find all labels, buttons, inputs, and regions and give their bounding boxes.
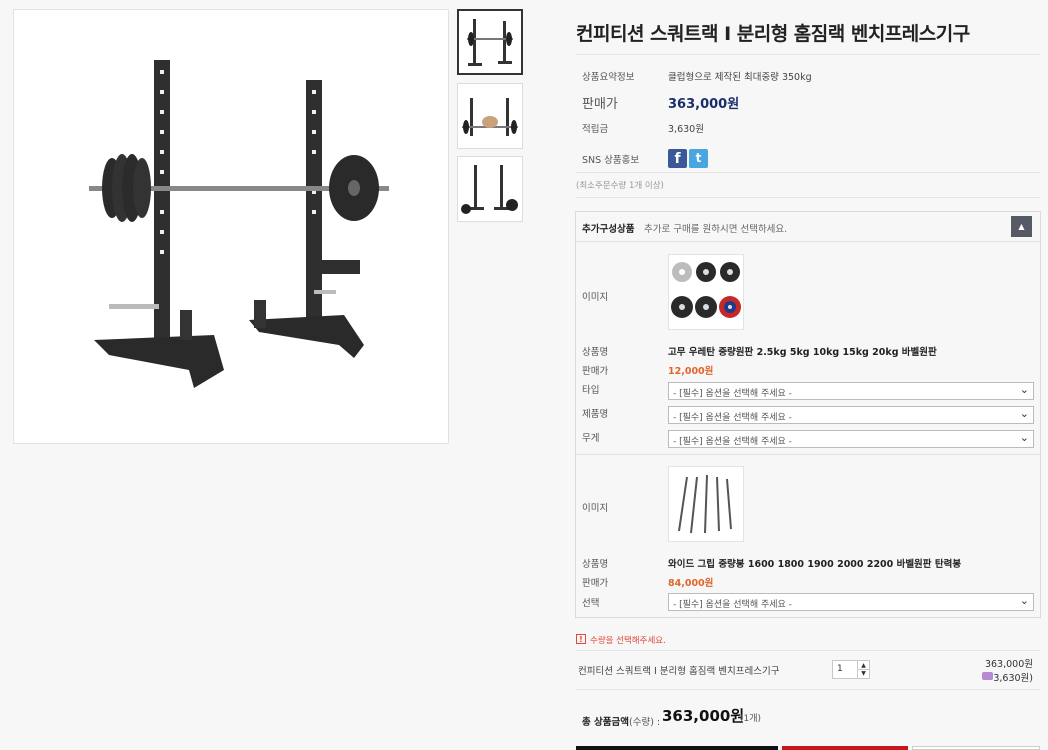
thumbnail-1[interactable] xyxy=(457,9,523,75)
addon-header-label: 추가구성상품 xyxy=(582,224,635,235)
quantity-up-icon[interactable]: ▲ xyxy=(857,661,869,670)
sns-label: SNS 상품홍보 xyxy=(582,155,640,166)
summary-value: 클럽형으로 제작된 최대중량 350kg xyxy=(668,72,812,83)
thumbnail-3[interactable] xyxy=(457,156,523,222)
addon2-price: 84,000원 xyxy=(668,578,714,589)
addon1-name: 고무 우레탄 중량원판 2.5kg 5kg 10kg 15kg 20kg 바벨원… xyxy=(668,347,937,358)
divider xyxy=(576,172,1040,173)
divider xyxy=(576,689,1040,690)
total-qty-label: (수량) : xyxy=(629,717,661,728)
addon2-option-select[interactable]: - [필수] 옵션을 선택해 주세요 - ⌄ xyxy=(668,593,1034,611)
total-amount-row: 총 상품금액(수량) : xyxy=(582,710,660,729)
cart-item-price: 363,000원 xyxy=(984,659,1033,670)
addon1-weight-select[interactable]: - [필수] 옵션을 선택해 주세요 - ⌄ xyxy=(668,430,1034,448)
twitter-icon[interactable]: t xyxy=(689,149,708,168)
rack-bench-thumbnail-icon xyxy=(462,98,518,136)
total-amount: 363,000원 xyxy=(662,707,745,725)
total-count: (1개) xyxy=(740,714,762,724)
rack-plates-thumbnail-icon xyxy=(461,165,518,214)
divider xyxy=(576,650,1040,651)
addon1-name-label: 상품명 xyxy=(582,347,609,358)
addon1-price-label: 판매가 xyxy=(582,366,609,377)
chevron-down-icon: ⌄ xyxy=(1019,383,1029,396)
wishlist-button[interactable] xyxy=(912,746,1040,750)
collapse-toggle-icon[interactable]: ▲ xyxy=(1011,216,1032,237)
addon-header-hint: 추가로 구매를 원하시면 선택하세요. xyxy=(644,224,788,235)
price-label: 판매가 xyxy=(582,97,618,112)
addon2-image-label: 이미지 xyxy=(582,503,609,514)
product-title: 컨피티션 스쿼트랙 I 분리형 홈짐랙 벤치프레스기구 xyxy=(576,23,970,45)
chevron-down-icon: ⌄ xyxy=(1019,594,1029,607)
buy-now-button[interactable] xyxy=(576,746,778,750)
thumbnail-2[interactable] xyxy=(457,83,523,149)
alert-icon: ! xyxy=(576,634,586,644)
main-product-image xyxy=(13,9,449,444)
addon1-option-weight-label: 무게 xyxy=(582,433,600,444)
divider xyxy=(576,54,1040,55)
chevron-down-icon: ⌄ xyxy=(1019,407,1029,420)
addon1-option-type-label: 타입 xyxy=(582,385,600,396)
weight-plates-icon xyxy=(671,262,741,318)
select-placeholder: - [필수] 옵션을 선택해 주세요 - xyxy=(673,389,792,399)
addon-panel: 추가구성상품 추가로 구매를 원하시면 선택하세요. ▲ 이미지 상품명 고무 … xyxy=(575,211,1041,618)
addon1-type-select[interactable]: - [필수] 옵션을 선택해 주세요 - ⌄ xyxy=(668,382,1034,400)
quantity-down-icon[interactable]: ▼ xyxy=(857,670,869,678)
divider xyxy=(576,197,1040,198)
cart-item-name: 컨피티션 스쿼트랙 I 분리형 홈짐랙 벤치프레스기구 xyxy=(578,666,780,677)
barbells-icon xyxy=(678,474,732,534)
select-placeholder: - [필수] 옵션을 선택해 주세요 - xyxy=(673,413,792,423)
alert-text: 수량을 선택해주세요. xyxy=(590,636,666,646)
chevron-down-icon: ⌄ xyxy=(1019,431,1029,444)
facebook-icon[interactable]: f xyxy=(668,149,687,168)
addon2-price-label: 판매가 xyxy=(582,578,609,589)
quantity-value: 1 xyxy=(837,664,843,674)
squat-rack-image xyxy=(89,60,389,388)
addon1-option-product-label: 제품명 xyxy=(582,409,609,420)
addon2-name: 와이드 그립 중량봉 1600 1800 1900 2000 2200 바벨원판… xyxy=(668,559,962,570)
addon-header: 추가구성상품 추가로 구매를 원하시면 선택하세요. ▲ xyxy=(576,212,1040,242)
addon1-product-select[interactable]: - [필수] 옵션을 선택해 주세요 - ⌄ xyxy=(668,406,1034,424)
addon2-option-select-label: 선택 xyxy=(582,598,600,609)
select-placeholder: - [필수] 옵션을 선택해 주세요 - xyxy=(673,437,792,447)
divider xyxy=(576,454,1040,455)
min-order-note: (최소주문수량 1개 이상) xyxy=(576,181,664,191)
cart-item-points: 3,630원) xyxy=(993,673,1033,684)
points-icon xyxy=(982,672,993,680)
addon1-price: 12,000원 xyxy=(668,366,714,377)
addon2-image xyxy=(668,466,744,542)
select-placeholder: - [필수] 옵션을 선택해 주세요 - xyxy=(673,600,792,610)
price-value: 363,000원 xyxy=(668,97,740,112)
quantity-stepper[interactable]: 1 ▲ ▼ xyxy=(832,660,870,679)
addon1-image-label: 이미지 xyxy=(582,292,609,303)
addon2-name-label: 상품명 xyxy=(582,559,609,570)
points-value: 3,630원 xyxy=(668,124,704,135)
addon1-image xyxy=(668,254,744,330)
points-label: 적립금 xyxy=(582,124,609,135)
total-label: 총 상품금액 xyxy=(582,717,630,728)
summary-label: 상품요약정보 xyxy=(582,72,635,83)
rack-thumbnail-icon xyxy=(467,19,513,66)
add-to-cart-button[interactable] xyxy=(782,746,908,750)
